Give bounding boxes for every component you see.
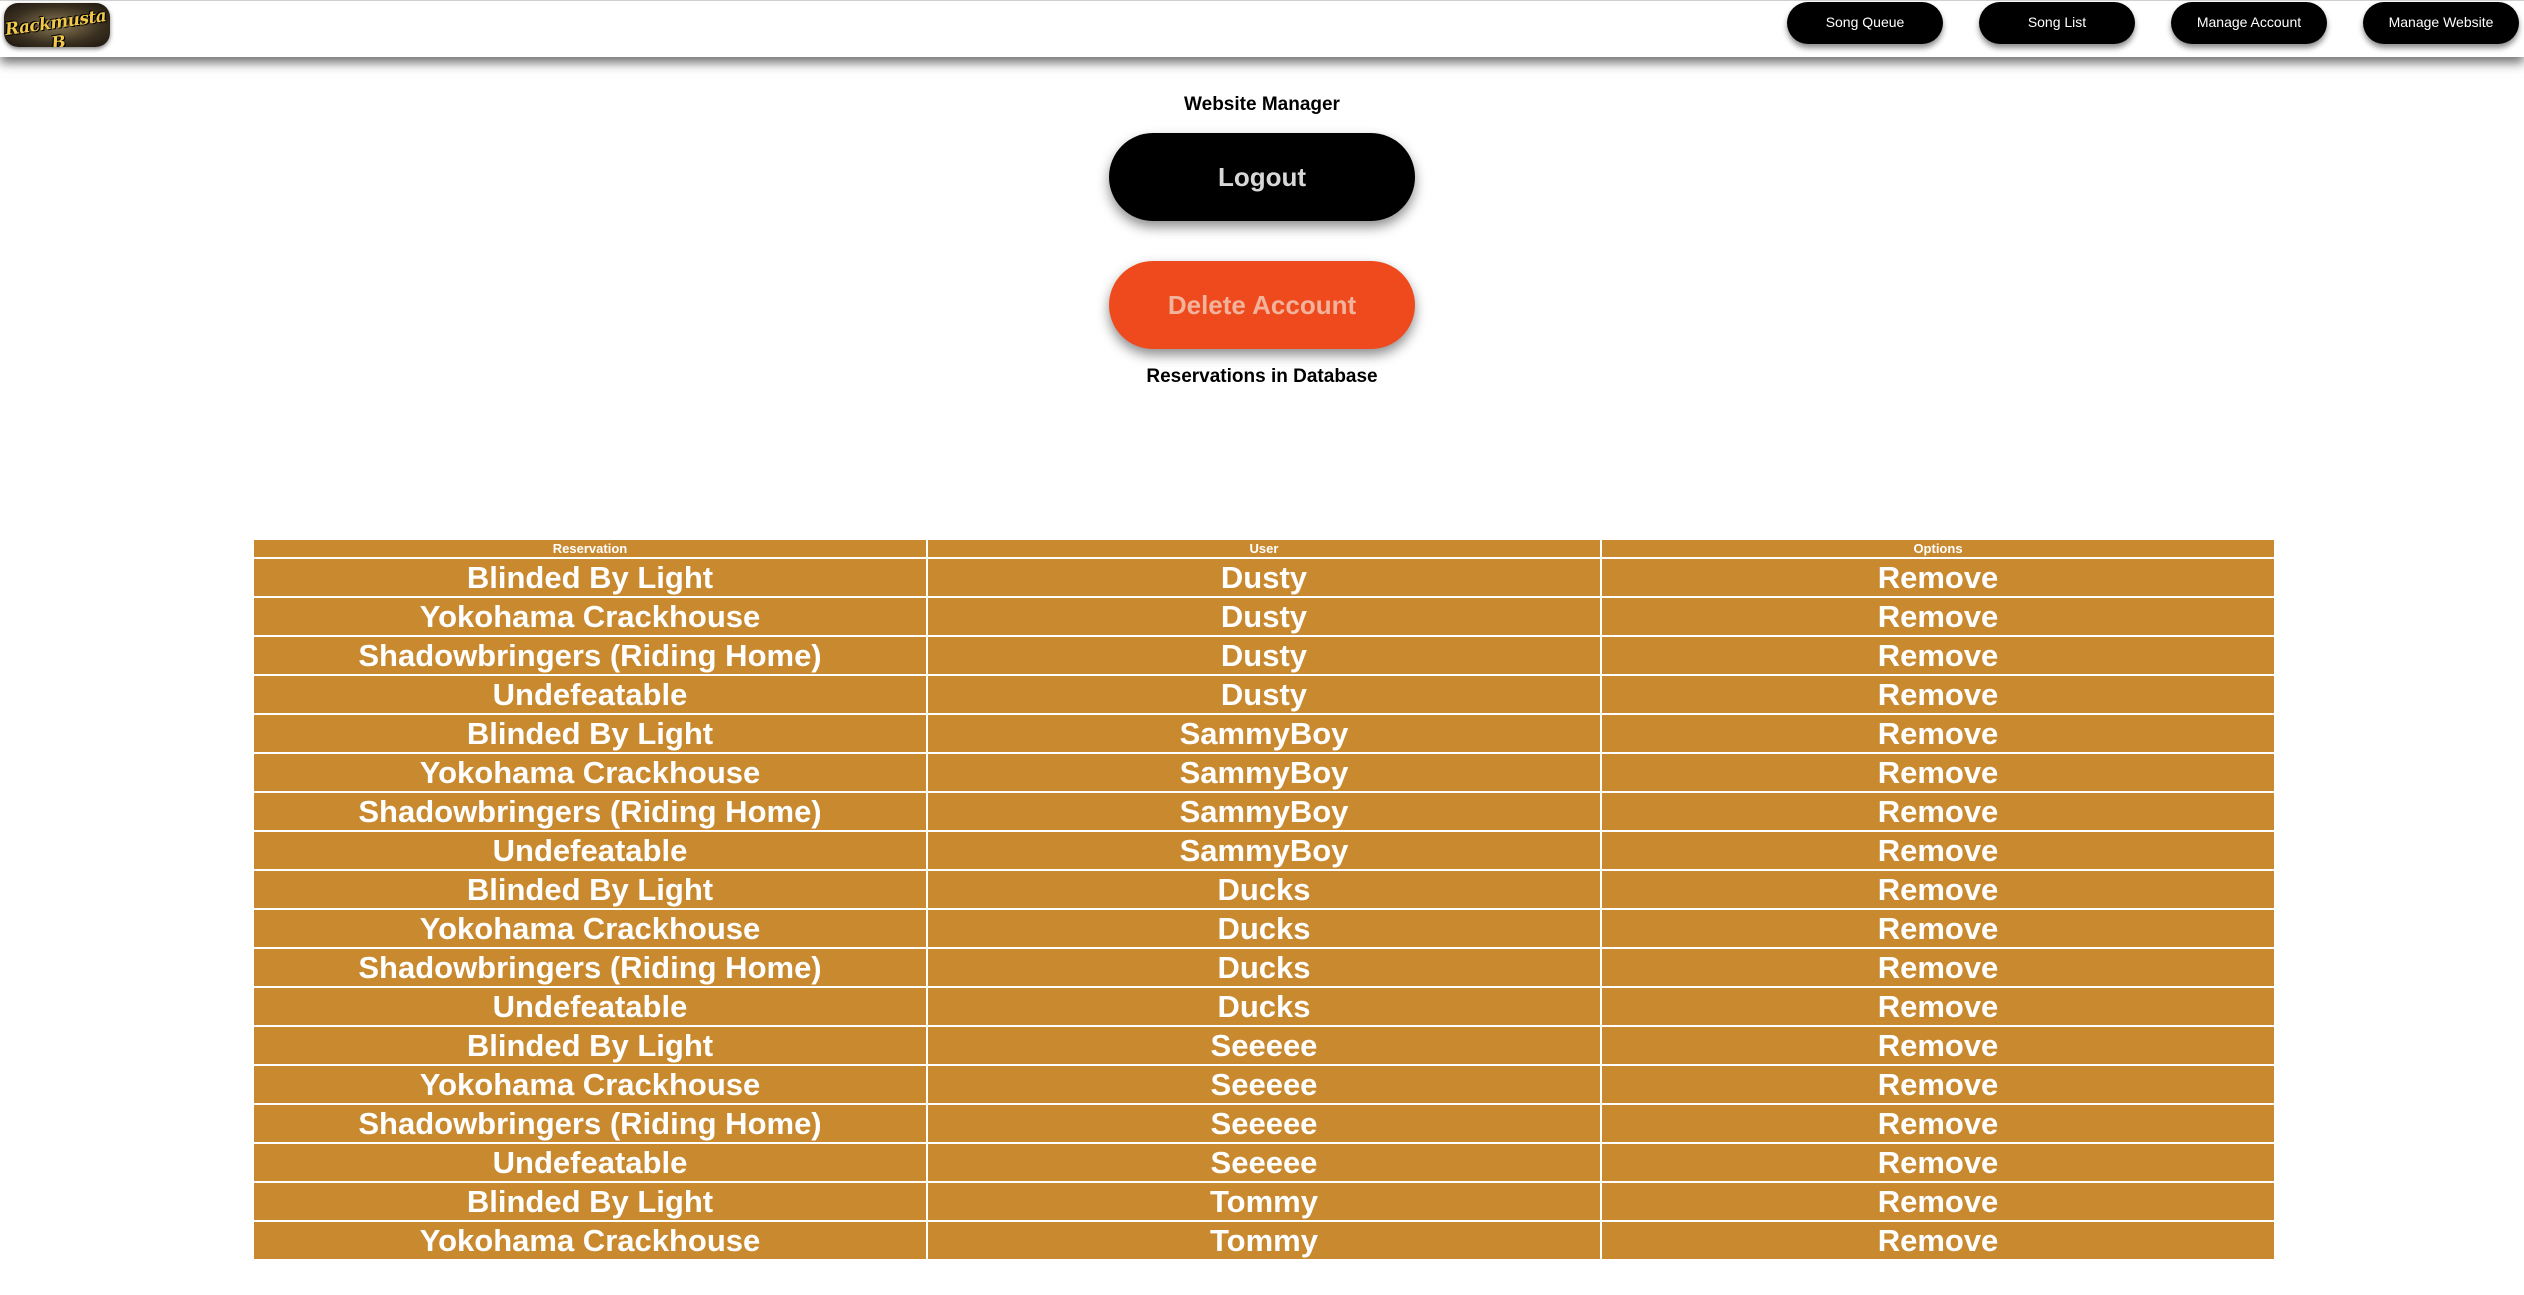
- remove-button[interactable]: Remove: [1600, 791, 2276, 832]
- column-header-reservation: Reservation: [252, 538, 928, 559]
- nav-manage-website-button[interactable]: Manage Website: [2363, 2, 2519, 44]
- table-header-row: Reservation User Options: [252, 538, 2276, 559]
- reservation-cell: Undefeatable: [252, 1142, 928, 1183]
- table-row: Undefeatable Ducks Remove: [252, 986, 2276, 1027]
- table-row: Yokohama Crackhouse Tommy Remove: [252, 1220, 2276, 1261]
- remove-button[interactable]: Remove: [1600, 557, 2276, 598]
- table-row: Yokohama Crackhouse Dusty Remove: [252, 596, 2276, 637]
- nav-song-list-button[interactable]: Song List: [1979, 2, 2135, 44]
- table-row: Blinded By Light Seeeee Remove: [252, 1025, 2276, 1066]
- table-row: Yokohama Crackhouse Ducks Remove: [252, 908, 2276, 949]
- user-cell: Seeeee: [926, 1064, 1602, 1105]
- reservation-cell: Undefeatable: [252, 986, 928, 1027]
- user-cell: Seeeee: [926, 1103, 1602, 1144]
- reservations-table-body: Blinded By Light Dusty Remove Yokohama Crac…: [252, 557, 2276, 1261]
- remove-button[interactable]: Remove: [1600, 752, 2276, 793]
- nav-song-queue-button[interactable]: Song Queue: [1787, 2, 1943, 44]
- column-header-user: User: [926, 538, 1602, 559]
- reservation-cell: Yokohama Crackhouse: [252, 752, 928, 793]
- remove-button[interactable]: Remove: [1600, 1064, 2276, 1105]
- remove-button[interactable]: Remove: [1600, 713, 2276, 754]
- table-row: Undefeatable Dusty Remove: [252, 674, 2276, 715]
- table-row: Shadowbringers (Riding Home) Dusty Remove: [252, 635, 2276, 676]
- table-row: Blinded By Light Ducks Remove: [252, 869, 2276, 910]
- user-cell: Tommy: [926, 1220, 1602, 1261]
- table-row: Blinded By Light SammyBoy Remove: [252, 713, 2276, 754]
- remove-button[interactable]: Remove: [1600, 1025, 2276, 1066]
- reservation-cell: Undefeatable: [252, 830, 928, 871]
- table-row: Shadowbringers (Riding Home) Seeeee Remove: [252, 1103, 2276, 1144]
- table-row: Shadowbringers (Riding Home) SammyBoy Remo…: [252, 791, 2276, 832]
- reservation-cell: Yokohama Crackhouse: [252, 1064, 928, 1105]
- remove-button[interactable]: Remove: [1600, 908, 2276, 949]
- remove-button[interactable]: Remove: [1600, 1181, 2276, 1222]
- table-row: Blinded By Light Tommy Remove: [252, 1181, 2276, 1222]
- remove-button[interactable]: Remove: [1600, 1220, 2276, 1261]
- reservations-table: Reservation User Options Blinded By Ligh…: [252, 538, 2276, 1261]
- column-header-options: Options: [1600, 538, 2276, 559]
- remove-button[interactable]: Remove: [1600, 947, 2276, 988]
- user-cell: Ducks: [926, 947, 1602, 988]
- reservation-cell: Yokohama Crackhouse: [252, 1220, 928, 1261]
- logo-text: Rackmusta B: [4, 6, 108, 47]
- reservation-cell: Blinded By Light: [252, 557, 928, 598]
- reservation-cell: Blinded By Light: [252, 713, 928, 754]
- user-cell: SammyBoy: [926, 791, 1602, 832]
- table-row: Yokohama Crackhouse SammyBoy Remove: [252, 752, 2276, 793]
- site-logo[interactable]: Rackmusta B: [4, 3, 110, 47]
- user-cell: Seeeee: [926, 1142, 1602, 1183]
- reservation-cell: Shadowbringers (Riding Home): [252, 791, 928, 832]
- remove-button[interactable]: Remove: [1600, 596, 2276, 637]
- remove-button[interactable]: Remove: [1600, 1103, 2276, 1144]
- user-cell: Ducks: [926, 869, 1602, 910]
- remove-button[interactable]: Remove: [1600, 830, 2276, 871]
- delete-account-button[interactable]: Delete Account: [1109, 261, 1415, 349]
- reservation-cell: Yokohama Crackhouse: [252, 596, 928, 637]
- remove-button[interactable]: Remove: [1600, 1142, 2276, 1183]
- logout-button[interactable]: Logout: [1109, 133, 1415, 221]
- user-cell: Dusty: [926, 596, 1602, 637]
- user-cell: Ducks: [926, 986, 1602, 1027]
- page-title: Website Manager: [1184, 94, 1340, 115]
- reservation-cell: Shadowbringers (Riding Home): [252, 947, 928, 988]
- table-row: Yokohama Crackhouse Seeeee Remove: [252, 1064, 2276, 1105]
- reservation-cell: Shadowbringers (Riding Home): [252, 635, 928, 676]
- nav-manage-account-button[interactable]: Manage Account: [2171, 2, 2327, 44]
- user-cell: Dusty: [926, 674, 1602, 715]
- remove-button[interactable]: Remove: [1600, 986, 2276, 1027]
- user-cell: Tommy: [926, 1181, 1602, 1222]
- top-navigation-bar: Rackmusta B Song Queue Song List Manage …: [0, 0, 2524, 57]
- table-row: Blinded By Light Dusty Remove: [252, 557, 2276, 598]
- user-cell: SammyBoy: [926, 830, 1602, 871]
- reservations-heading: Reservations in Database: [1146, 366, 1378, 387]
- reservation-cell: Yokohama Crackhouse: [252, 908, 928, 949]
- reservation-cell: Blinded By Light: [252, 1025, 928, 1066]
- reservation-cell: Blinded By Light: [252, 1181, 928, 1222]
- reservation-cell: Shadowbringers (Riding Home): [252, 1103, 928, 1144]
- user-cell: SammyBoy: [926, 752, 1602, 793]
- user-cell: Dusty: [926, 557, 1602, 598]
- table-row: Shadowbringers (Riding Home) Ducks Remove: [252, 947, 2276, 988]
- user-cell: Dusty: [926, 635, 1602, 676]
- user-cell: Seeeee: [926, 1025, 1602, 1066]
- table-row: Undefeatable SammyBoy Remove: [252, 830, 2276, 871]
- reservation-cell: Blinded By Light: [252, 869, 928, 910]
- user-cell: Ducks: [926, 908, 1602, 949]
- remove-button[interactable]: Remove: [1600, 635, 2276, 676]
- remove-button[interactable]: Remove: [1600, 674, 2276, 715]
- reservation-cell: Undefeatable: [252, 674, 928, 715]
- table-row: Undefeatable Seeeee Remove: [252, 1142, 2276, 1183]
- remove-button[interactable]: Remove: [1600, 869, 2276, 910]
- user-cell: SammyBoy: [926, 713, 1602, 754]
